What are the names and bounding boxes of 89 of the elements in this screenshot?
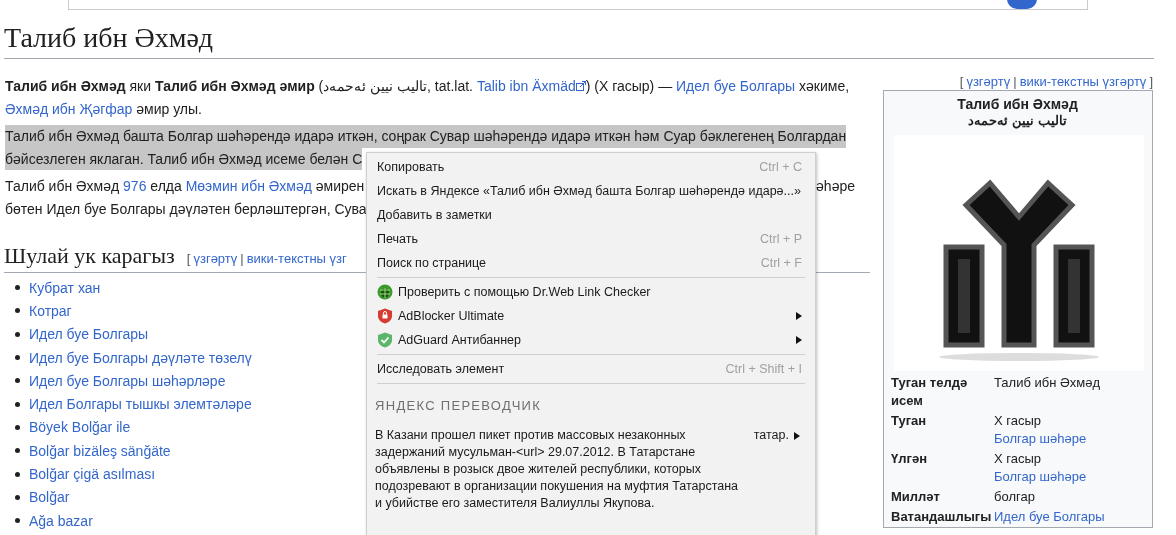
article-link[interactable]: Мөэмин ибн Әхмәд	[185, 175, 312, 198]
paragraph-text: хәкиме,	[798, 77, 850, 96]
menu-item[interactable]: AdGuard Антибаннер	[367, 328, 815, 352]
selected-text: Талиб ибн Әхмәд башта Болгар шәһәрендә идарә иткән, соңрак Сувар шәһәрендә идарә иткән һәм Суар бәклегенең Болгардан	[5, 125, 847, 148]
bullet-dot	[15, 308, 20, 314]
shortcut-text: Ctrl + F	[760, 256, 802, 270]
paragraph-text: яки	[128, 77, 153, 96]
menu-item[interactable]: Поиск по странице Ctrl + F	[367, 251, 815, 275]
menu-item[interactable]: Проверить с помощью Dr.Web Link Checker	[367, 280, 815, 304]
bold-text: Талиб ибн Әхмәд	[5, 77, 126, 96]
paragraph-text: әмир улы.	[135, 99, 202, 119]
section-heading: Шулай ук карагыз	[4, 242, 175, 270]
submenu-arrow-icon	[796, 336, 802, 344]
bullet-dot	[15, 355, 20, 361]
infobox-label: Туган	[891, 412, 928, 430]
menu-item[interactable]: Копировать Ctrl + C	[367, 155, 815, 179]
list-link[interactable]: Идел буе Болгары	[29, 326, 149, 343]
infobox-subtitle: تالیب نیین ئەحمەد	[967, 113, 1068, 129]
bullet-dot	[15, 378, 20, 384]
article-link[interactable]: 976	[123, 175, 147, 198]
separator-mark: |	[240, 251, 244, 266]
submenu-arrow-icon	[796, 312, 802, 320]
bold-text: Талиб ибн Әхмәд әмир	[154, 77, 315, 96]
bullet-dot	[15, 471, 20, 477]
bullet-dot	[15, 518, 20, 524]
infobox-label: Ватандашлыгы	[891, 508, 993, 526]
menu-item[interactable]: Искать в Яндексе «Талиб ибн Әхмәд башта Болгар шәһәрендә идарә...»	[367, 179, 815, 203]
infobox-value: Талиб ибн Әхмәд	[994, 374, 1101, 392]
infobox-label: Туган телдә исем	[891, 374, 969, 410]
bullet-dot	[15, 494, 20, 500]
list-link[interactable]: Идел Болгары тышкы элемтәләре	[29, 396, 252, 413]
bullet-dot	[15, 401, 20, 407]
bullet-dot	[15, 285, 20, 291]
list-link[interactable]: Bolğar bizäleş sänğäte	[29, 442, 171, 459]
infobox-value: X гасыр	[994, 412, 1043, 430]
bug-icon	[377, 284, 393, 300]
bullet-dot	[15, 331, 20, 337]
shortcut-text: Ctrl + Shift + I	[725, 362, 802, 376]
list-link[interactable]: Идел буе Болгары дәүләте төзелү	[29, 349, 252, 366]
infobox-link[interactable]: Болгар шәһәре	[994, 468, 1087, 486]
bullet-dot	[15, 448, 20, 454]
infobox-title: Талиб ибн Әхмәд	[956, 96, 1079, 113]
infobox-value: X гасыр	[994, 450, 1043, 468]
submenu-arrow-icon	[794, 431, 800, 440]
menu-item[interactable]: Добавить в заметки	[367, 203, 815, 227]
selected-text: бәйсезлеген яклаган. Талиб ибн Әхмәд исеме белән С	[5, 147, 363, 170]
paragraph-text: бөтен Идел буе Болгары дәүләтен берләштергән, Сува	[5, 199, 367, 219]
external-link[interactable]: Talib ibn Äxmäd	[476, 75, 576, 98]
separator-mark: ]	[1149, 74, 1153, 89]
list-link[interactable]: Ağa bazar	[29, 512, 93, 529]
page-title: Талиб ибн Әхмәд	[4, 20, 1154, 59]
infobox-link[interactable]: Болгар шәһәре	[994, 430, 1087, 448]
language-menu[interactable]: татар.	[753, 427, 800, 444]
paragraph-text: Талиб ибн Әхмәд	[5, 177, 121, 196]
paragraph-text: (تالیب نیین ئەحمەد, tat.lat.	[317, 77, 474, 97]
list-link[interactable]: Bolğar çigä asılması	[29, 466, 156, 482]
infobox-label: Үлгән	[891, 450, 928, 468]
menu-item[interactable]: AdBlocker Ultimate	[367, 304, 815, 328]
shortcut-text: Ctrl + C	[759, 160, 802, 174]
menu-item[interactable]: Исследовать элемент Ctrl + Shift + I	[367, 357, 815, 381]
infobox-link[interactable]: Идел буе Болгары	[994, 508, 1105, 526]
edit-link[interactable]: вики-текстны үзг	[246, 251, 347, 266]
infobox-label: Милләт	[891, 488, 941, 506]
menu-item[interactable]: Печать Ctrl + P	[367, 227, 815, 251]
bullet-dot	[15, 424, 20, 430]
article-link[interactable]: Әхмәд ибн Җәгфар	[5, 97, 133, 120]
shield-lock-icon	[377, 308, 393, 324]
edit-link[interactable]: вики-текстны үзгәртү	[1019, 74, 1147, 89]
edit-link[interactable]: үзгәртү	[193, 251, 238, 266]
shortcut-text: Ctrl + P	[759, 232, 802, 246]
external-link-icon	[575, 81, 586, 92]
infobox-value: болгар	[994, 488, 1035, 506]
separator-mark: |	[1013, 74, 1017, 89]
list-link[interactable]: Bolğar	[29, 489, 70, 506]
paragraph-text: елда	[149, 177, 183, 196]
article-link[interactable]: Идел буе Болгары	[676, 75, 796, 98]
paragraph-text: әһәре	[816, 177, 855, 196]
section-heading: ЯНДЕКС ПЕРЕВОДЧИК	[375, 398, 543, 413]
paragraph-text: әмирен	[314, 177, 365, 196]
paragraph-text: ) (X гасыр) —	[585, 77, 674, 96]
separator-mark: [	[186, 251, 191, 266]
separator-mark: [	[959, 74, 964, 89]
shield-check-icon	[377, 332, 393, 348]
list-link[interactable]: Böyek Bolğar ile	[29, 419, 131, 436]
edit-link[interactable]: үзгәртү	[966, 74, 1011, 89]
list-link[interactable]: Кубрат хан	[29, 279, 101, 296]
translation-text: В Казани прошел пикет против массовых незаконных задержаний мусульман-<url> 29.07.2012. В Татарстане объявлены в розыск двое жителей республики, которых подозревают в организации покушения на муфтия Татарстана и убийстве его заместителя Валиуллы Якупова.	[375, 427, 740, 512]
list-link[interactable]: Котраг	[29, 302, 72, 319]
list-link[interactable]: Идел буе Болгары шәһәрләре	[29, 372, 226, 389]
